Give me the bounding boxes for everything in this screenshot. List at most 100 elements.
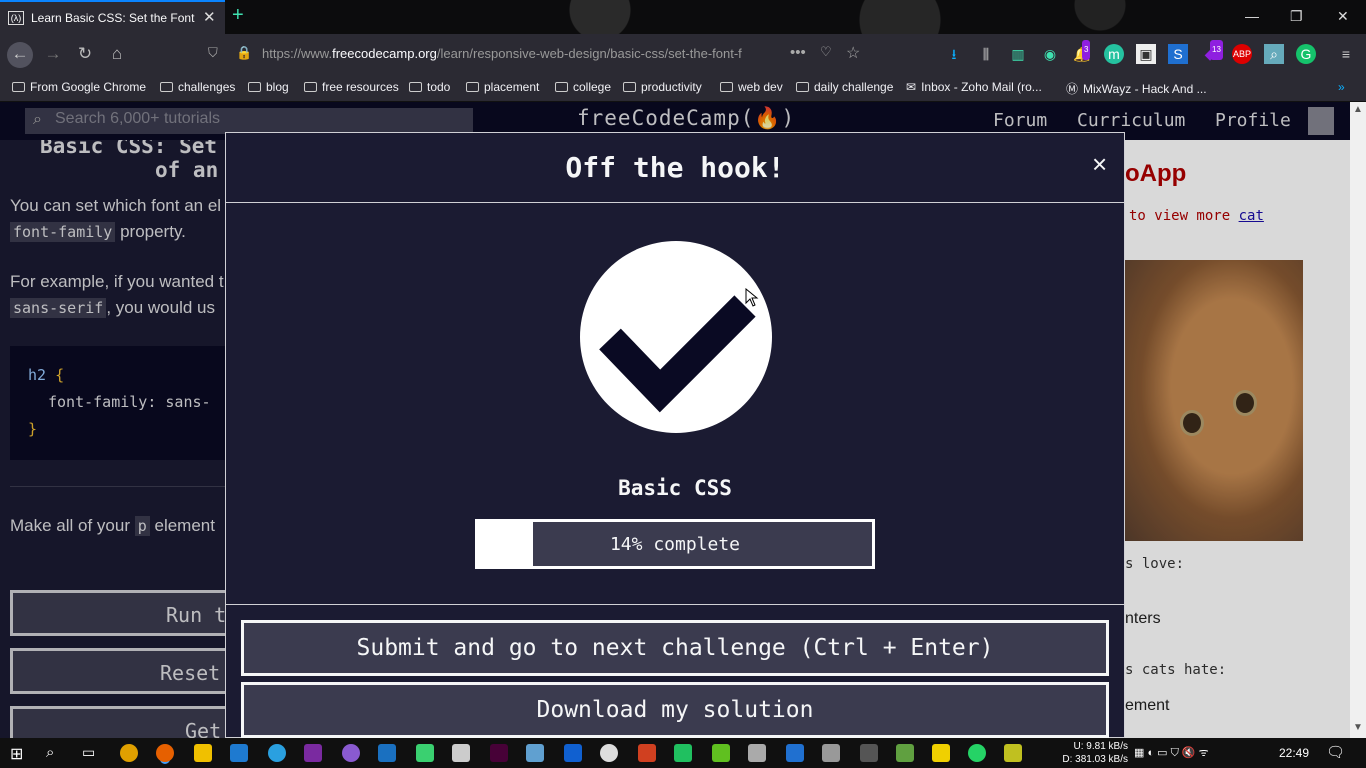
onenote-icon[interactable]: [304, 744, 322, 762]
progress-bar: 14% complete: [475, 519, 875, 569]
whatsapp-icon[interactable]: [968, 744, 986, 762]
app-icon[interactable]: [786, 744, 804, 762]
app-icon[interactable]: [564, 744, 582, 762]
close-tab-icon[interactable]: ✕: [203, 8, 216, 26]
page-scrollbar[interactable]: ▲ ▼: [1350, 102, 1366, 738]
folder-icon: [720, 82, 733, 92]
success-check-icon: [580, 241, 772, 433]
app-icon[interactable]: [600, 744, 618, 762]
close-button[interactable]: ×: [1092, 149, 1107, 180]
bookmark-star-icon[interactable]: ☆: [846, 43, 860, 63]
cube-icon[interactable]: [452, 744, 470, 762]
file-explorer-icon[interactable]: [194, 744, 212, 762]
app-icon[interactable]: [712, 744, 730, 762]
screenshot-extension-icon[interactable]: ▣: [1136, 44, 1156, 64]
app-icon[interactable]: [896, 744, 914, 762]
sidebar-icon[interactable]: ▥: [1008, 44, 1028, 64]
dictionary-extension-icon[interactable]: ⌕: [1264, 44, 1284, 64]
bookmark-link[interactable]: ✉ Inbox - Zoho Mail (ro...: [906, 80, 1042, 94]
folder-icon: [304, 82, 317, 92]
pocket-icon[interactable]: ♡: [820, 44, 832, 60]
m-extension-icon[interactable]: m: [1104, 44, 1124, 64]
completion-modal: Off the hook! × Basic CSS 14% complete S…: [225, 132, 1125, 738]
bookmark-folder[interactable]: From Google Chrome: [12, 80, 146, 94]
lock-icon[interactable]: 🔒: [236, 45, 252, 61]
app-icon[interactable]: [822, 744, 840, 762]
sticky-notes-icon[interactable]: [932, 744, 950, 762]
folder-icon: [623, 82, 636, 92]
brave-icon[interactable]: [638, 744, 656, 762]
minimize-icon[interactable]: —: [1245, 8, 1259, 24]
reload-button[interactable]: ↻: [72, 42, 98, 68]
folder-icon: [555, 82, 568, 92]
forward-button[interactable]: →: [40, 42, 66, 68]
scroll-down-icon[interactable]: ▼: [1353, 722, 1363, 733]
network-speed: U: 9.81 kB/s D: 381.03 kB/s: [1062, 741, 1128, 765]
scroll-up-icon[interactable]: ▲: [1353, 104, 1363, 115]
close-window-icon[interactable]: ✕: [1337, 8, 1349, 25]
home-button[interactable]: ⌂: [104, 42, 130, 68]
app-icon[interactable]: [748, 744, 766, 762]
firefox-icon[interactable]: [156, 744, 174, 762]
new-tab-button[interactable]: +: [232, 4, 244, 27]
bookmark-folder[interactable]: placement: [466, 80, 539, 94]
windows-start-icon[interactable]: ⊞: [10, 744, 23, 764]
download-solution-button[interactable]: Download my solution: [241, 682, 1109, 738]
fcc-favicon-icon: (λ): [8, 11, 24, 25]
chrome-icon[interactable]: [120, 744, 138, 762]
search-icon[interactable]: ⌕: [46, 744, 54, 761]
folder-icon: [12, 82, 25, 92]
folder-icon: [796, 82, 809, 92]
task-view-icon[interactable]: ▭: [82, 744, 95, 761]
clock[interactable]: 22:49: [1279, 746, 1309, 760]
browser-tab[interactable]: (λ) Learn Basic CSS: Set the Font Fa ✕: [0, 0, 225, 34]
submit-next-challenge-button[interactable]: Submit and go to next challenge (Ctrl + …: [241, 620, 1109, 676]
app-icon[interactable]: [1004, 744, 1022, 762]
android-icon[interactable]: [416, 744, 434, 762]
trello-icon[interactable]: [378, 744, 396, 762]
bookmark-folder[interactable]: daily challenge: [796, 80, 893, 94]
bookmark-folder[interactable]: free resources: [304, 80, 399, 94]
bookmark-folder[interactable]: productivity: [623, 80, 702, 94]
restore-icon[interactable]: ❐: [1290, 8, 1303, 25]
bookmark-folder[interactable]: todo: [409, 80, 450, 94]
s-extension-icon[interactable]: S: [1168, 44, 1188, 64]
app-icon[interactable]: [342, 744, 360, 762]
modal-title: Off the hook!: [565, 151, 785, 184]
folder-icon: [160, 82, 173, 92]
telegram-icon[interactable]: [268, 744, 286, 762]
download-icon[interactable]: ⭳: [944, 44, 964, 64]
tab-title: Learn Basic CSS: Set the Font Fa: [31, 11, 196, 25]
bookmark-link[interactable]: Ⓜ MixWayz - Hack And ...: [1066, 80, 1207, 97]
app-icon[interactable]: [860, 744, 878, 762]
bookmark-folder[interactable]: challenges: [160, 80, 235, 94]
puzzle-extension-icon[interactable]: ◆13: [1200, 40, 1223, 64]
action-center-icon[interactable]: 🗨: [1326, 743, 1345, 761]
page-actions-icon[interactable]: •••: [790, 44, 806, 61]
notification-bell-icon[interactable]: 🔔3: [1072, 40, 1092, 64]
mail-icon: ✉: [906, 80, 917, 94]
vscode-icon[interactable]: [230, 744, 248, 762]
app-icon[interactable]: [526, 744, 544, 762]
menu-icon[interactable]: ≡: [1336, 44, 1356, 64]
grammarly-icon[interactable]: G: [1296, 44, 1316, 64]
library-icon[interactable]: ⫼: [976, 44, 996, 64]
certification-name: Basic CSS: [618, 476, 732, 500]
bookmark-folder[interactable]: blog: [248, 80, 289, 94]
url-bar[interactable]: ⛉ 🔒 https://www.freecodecamp.org/learn/r…: [200, 40, 876, 68]
shield-icon[interactable]: ⛉: [208, 45, 218, 61]
url-text[interactable]: https://www.freecodecamp.org/learn/respo…: [262, 46, 782, 61]
progress-label: 14% complete: [609, 534, 741, 555]
folder-icon: [409, 82, 422, 92]
adobe-xd-icon[interactable]: [490, 744, 508, 762]
back-button[interactable]: ←: [7, 42, 33, 68]
app-icon[interactable]: [674, 744, 692, 762]
bookmark-folder[interactable]: web dev: [720, 80, 783, 94]
browser-tab-bar: (λ) Learn Basic CSS: Set the Font Fa ✕ +…: [0, 0, 1366, 34]
account-icon[interactable]: ◉: [1040, 44, 1060, 64]
bookmark-folder[interactable]: college: [555, 80, 611, 94]
tray-icons[interactable]: ▦ ◐ ▭ ⛉ 🔇 ᯤ: [1134, 745, 1209, 760]
navigation-toolbar: ← → ↻ ⌂ ⛉ 🔒 https://www.freecodecamp.org…: [0, 34, 1366, 74]
adblock-icon[interactable]: ABP: [1232, 44, 1252, 64]
bookmarks-overflow-icon[interactable]: »: [1338, 80, 1345, 94]
